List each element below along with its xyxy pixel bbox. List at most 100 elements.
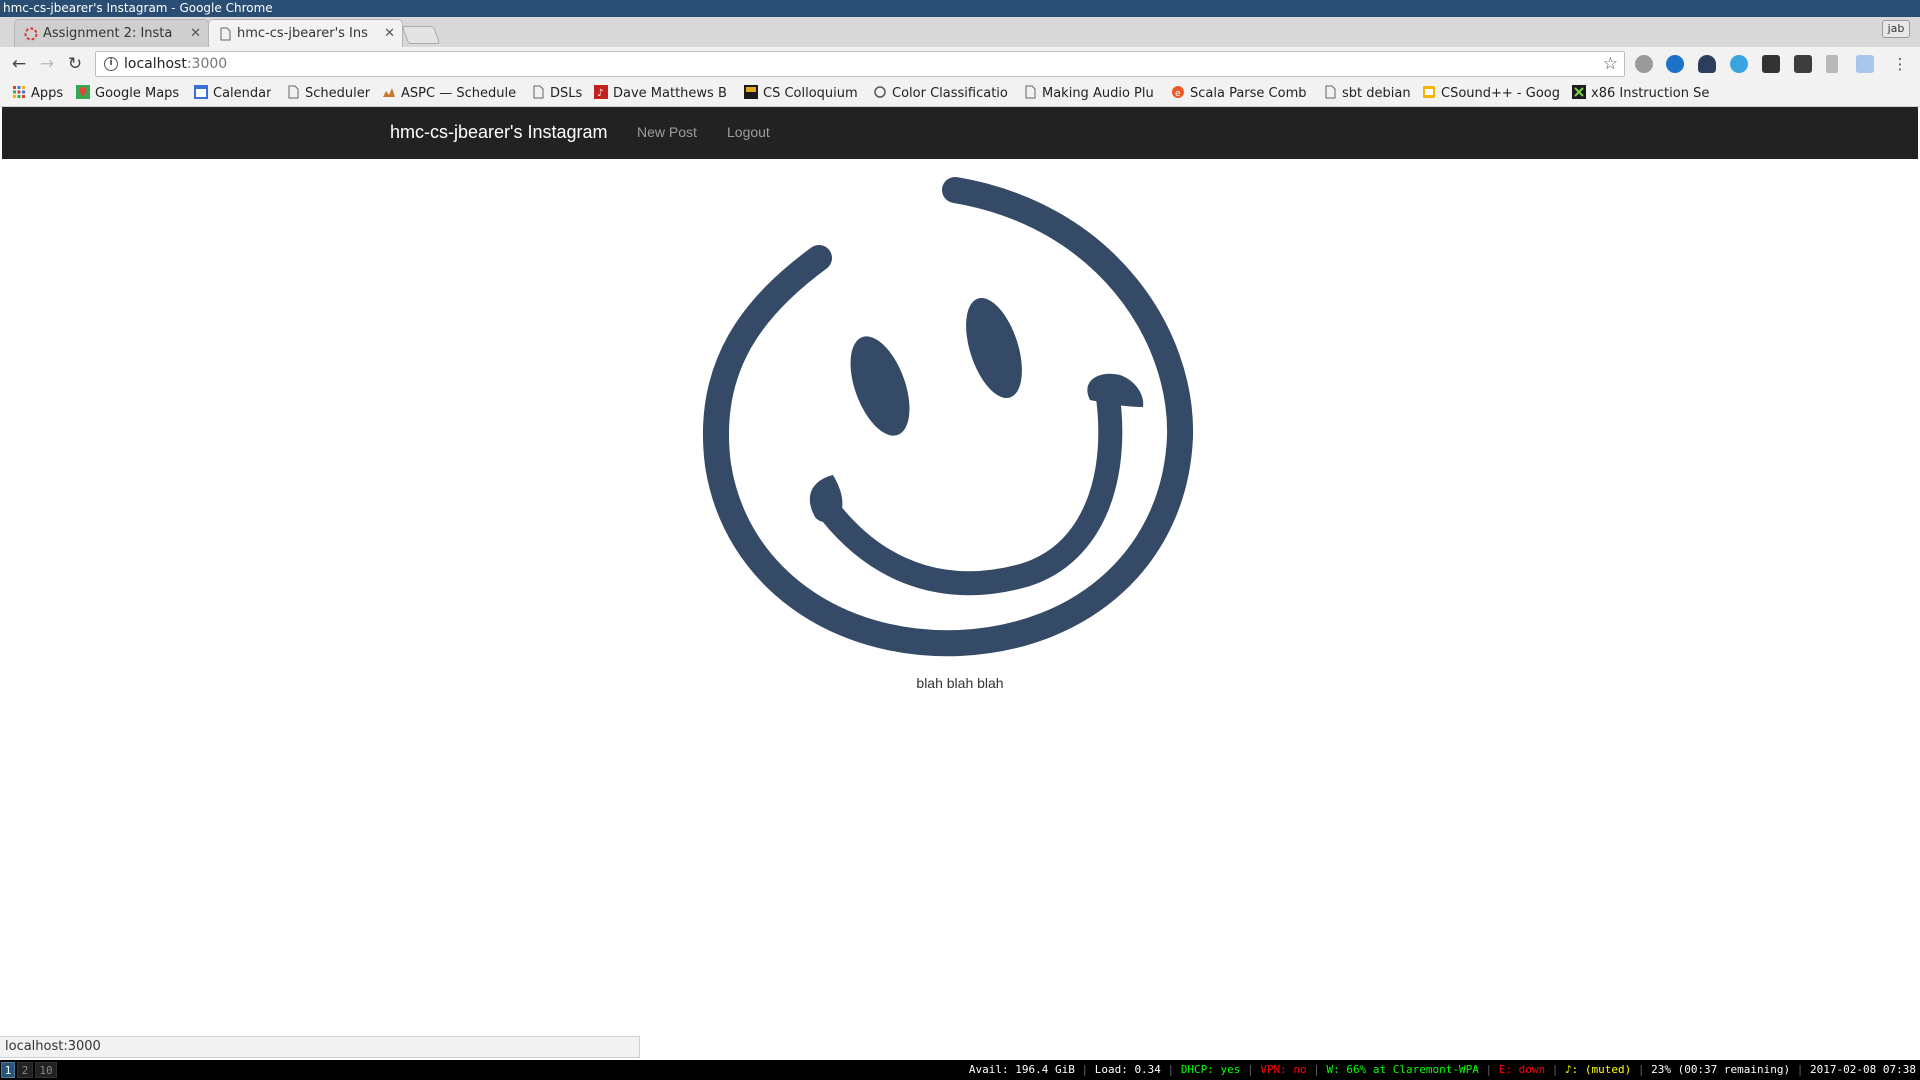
load-status: Load: 0.34 bbox=[1094, 1063, 1161, 1076]
bookmark-label: Apps bbox=[31, 86, 64, 101]
bookmark-sbt-debian[interactable]: sbt debian bbox=[1323, 85, 1411, 103]
browser-toolbar: ← → ↻ i localhost:3000 ☆ ⋮ bbox=[0, 47, 1920, 81]
smiley-left-eye bbox=[850, 336, 910, 436]
aspc-icon bbox=[383, 88, 395, 97]
bookmark-label: Making Audio Plu bbox=[1042, 86, 1154, 101]
bookmark-making-audio-plugins[interactable]: Making Audio Plu bbox=[1023, 85, 1160, 103]
bookmark-scala-parse[interactable]: e Scala Parse Comb bbox=[1171, 85, 1311, 103]
apps-grid-icon bbox=[13, 86, 25, 98]
bookmark-label: Scala Parse Comb bbox=[1190, 86, 1307, 101]
tab-close-icon[interactable]: ✕ bbox=[384, 20, 395, 47]
bookmark-label: ASPC — Schedule bbox=[401, 86, 517, 101]
page-icon bbox=[220, 27, 231, 41]
bookmark-dave-matthews[interactable]: ♪ Dave Matthews B bbox=[594, 85, 729, 103]
bookmark-aspc-schedule[interactable]: ASPC — Schedule bbox=[382, 85, 516, 103]
system-status: Avail: 196.4 GiB | Load: 0.34 | DHCP: ye… bbox=[968, 1063, 1916, 1076]
page-icon bbox=[1325, 85, 1336, 99]
bookmark-cs-colloquium[interactable]: CS Colloquium bbox=[744, 85, 858, 103]
tab-close-icon[interactable]: ✕ bbox=[190, 20, 201, 47]
wifi-status: W: 66% at Claremont-WPA bbox=[1326, 1063, 1479, 1076]
bookmark-label: Dave Matthews B bbox=[613, 86, 727, 101]
url-port: :3000 bbox=[186, 56, 228, 72]
reload-icon[interactable]: ↻ bbox=[65, 54, 85, 74]
new-tab-button[interactable] bbox=[401, 26, 441, 44]
bookmark-dsls[interactable]: DSLs bbox=[531, 85, 582, 103]
page-icon bbox=[1025, 85, 1036, 99]
tab-title: Assignment 2: Insta bbox=[43, 26, 173, 41]
bookmark-google-maps[interactable]: Google Maps bbox=[76, 85, 179, 103]
disk-status: Avail: 196.4 GiB bbox=[968, 1063, 1075, 1076]
slides-icon bbox=[1423, 86, 1435, 98]
music-icon: ♪ bbox=[594, 85, 608, 99]
post-caption: blah blah blah bbox=[916, 675, 1004, 691]
check-extension-icon[interactable] bbox=[1730, 55, 1748, 73]
page-icon bbox=[533, 85, 544, 99]
adblock-extension-icon[interactable] bbox=[1635, 55, 1653, 73]
battery-status: 23% (00:37 remaining) bbox=[1651, 1063, 1791, 1076]
cloud-extension-icon[interactable] bbox=[1698, 55, 1716, 73]
bookmark-label: CS Colloquium bbox=[763, 86, 858, 101]
bookmark-label: sbt debian bbox=[1342, 86, 1411, 101]
bookmark-label: CSound++ - Goog bbox=[1441, 86, 1559, 101]
url-text[interactable]: localhost:3000 bbox=[124, 56, 227, 72]
profile-button[interactable]: jab bbox=[1882, 20, 1910, 38]
loading-spinner-icon bbox=[24, 27, 38, 41]
circle-extension-icon[interactable] bbox=[1666, 55, 1684, 73]
window-title-bar: hmc-cs-jbearer's Instagram - Google Chro… bbox=[0, 0, 1920, 17]
bookmark-csound[interactable]: CSound++ - Goog bbox=[1422, 85, 1559, 103]
maps-icon bbox=[76, 85, 90, 99]
dots-extension-icon[interactable] bbox=[1794, 55, 1812, 73]
site-brand-link[interactable]: hmc-cs-jbearer's Instagram bbox=[390, 122, 608, 143]
back-arrow-icon[interactable]: ← bbox=[9, 54, 29, 74]
menu-kebab-icon[interactable]: ⋮ bbox=[1890, 54, 1910, 74]
reader-extension-icon[interactable] bbox=[1826, 55, 1838, 73]
address-bar[interactable]: i localhost:3000 ☆ bbox=[95, 51, 1625, 77]
logout-link[interactable]: Logout bbox=[727, 124, 770, 140]
post-image[interactable] bbox=[695, 175, 1225, 675]
vpn-status: VPN: no bbox=[1260, 1063, 1307, 1076]
tab-assignment[interactable]: Assignment 2: Insta ✕ bbox=[14, 19, 209, 47]
calendar-icon bbox=[194, 85, 208, 99]
scala-icon: e bbox=[1172, 86, 1184, 99]
bookmark-x86-instruction[interactable]: x86 Instruction Se bbox=[1572, 85, 1712, 103]
bookmarks-bar: Apps Google Maps Calendar Scheduler ASPC… bbox=[0, 81, 1920, 107]
smiley-right-eye bbox=[966, 297, 1022, 399]
i3-status-bar: 1 2 10 Avail: 196.4 GiB | Load: 0.34 | D… bbox=[0, 1060, 1920, 1080]
bookmark-label: Google Maps bbox=[95, 86, 180, 101]
x86-icon bbox=[1572, 85, 1586, 99]
ethernet-status: E: down bbox=[1498, 1063, 1546, 1076]
site-info-icon[interactable]: i bbox=[104, 57, 118, 71]
bookmark-apps[interactable]: Apps bbox=[12, 85, 63, 103]
bookmark-star-icon[interactable]: ☆ bbox=[1603, 54, 1618, 74]
workspace-button[interactable]: 10 bbox=[35, 1062, 57, 1078]
tab-title: hmc-cs-jbearer's Ins bbox=[237, 26, 368, 41]
window-title: hmc-cs-jbearer's Instagram - Google Chro… bbox=[3, 1, 273, 15]
url-host: localhost bbox=[124, 56, 187, 72]
bookmark-calendar[interactable]: Calendar bbox=[194, 85, 271, 103]
dhcp-status: DHCP: yes bbox=[1180, 1063, 1241, 1076]
new-post-link[interactable]: New Post bbox=[637, 124, 697, 140]
workspace-button[interactable]: 2 bbox=[17, 1062, 33, 1078]
workspace-button[interactable]: 1 bbox=[1, 1062, 15, 1078]
translate-extension-icon[interactable] bbox=[1856, 55, 1874, 73]
bookmark-label: Color Classificatio bbox=[892, 86, 1008, 101]
web-page: hmc-cs-jbearer's Instagram New Post Logo… bbox=[2, 107, 1918, 1059]
mask-extension-icon[interactable] bbox=[1762, 55, 1780, 73]
tab-strip: Assignment 2: Insta ✕ hmc-cs-jbearer's I… bbox=[0, 17, 1920, 47]
color-icon bbox=[874, 86, 886, 98]
smiley-mouth-left-end bbox=[809, 475, 843, 522]
tab-instagram[interactable]: hmc-cs-jbearer's Ins ✕ bbox=[208, 19, 403, 47]
bookmark-label: DSLs bbox=[550, 86, 583, 101]
bookmark-scheduler[interactable]: Scheduler bbox=[286, 85, 370, 103]
bookmark-color-classification[interactable]: Color Classificatio bbox=[873, 85, 1013, 103]
site-navbar: hmc-cs-jbearer's Instagram New Post Logo… bbox=[2, 107, 1918, 159]
volume-status: ♪: (muted) bbox=[1564, 1063, 1632, 1076]
svg-text:♪: ♪ bbox=[597, 88, 603, 99]
forward-arrow-icon[interactable]: → bbox=[37, 54, 57, 74]
bookmark-label: x86 Instruction Se bbox=[1591, 86, 1710, 101]
bookmark-label: Scheduler bbox=[305, 86, 371, 101]
smiley-face-graphic bbox=[702, 177, 1194, 657]
clock-status: 2017-02-08 07:38 bbox=[1810, 1063, 1916, 1076]
smiley-mouth-right-end bbox=[1087, 373, 1144, 407]
link-status-popup: localhost:3000 bbox=[0, 1036, 640, 1058]
